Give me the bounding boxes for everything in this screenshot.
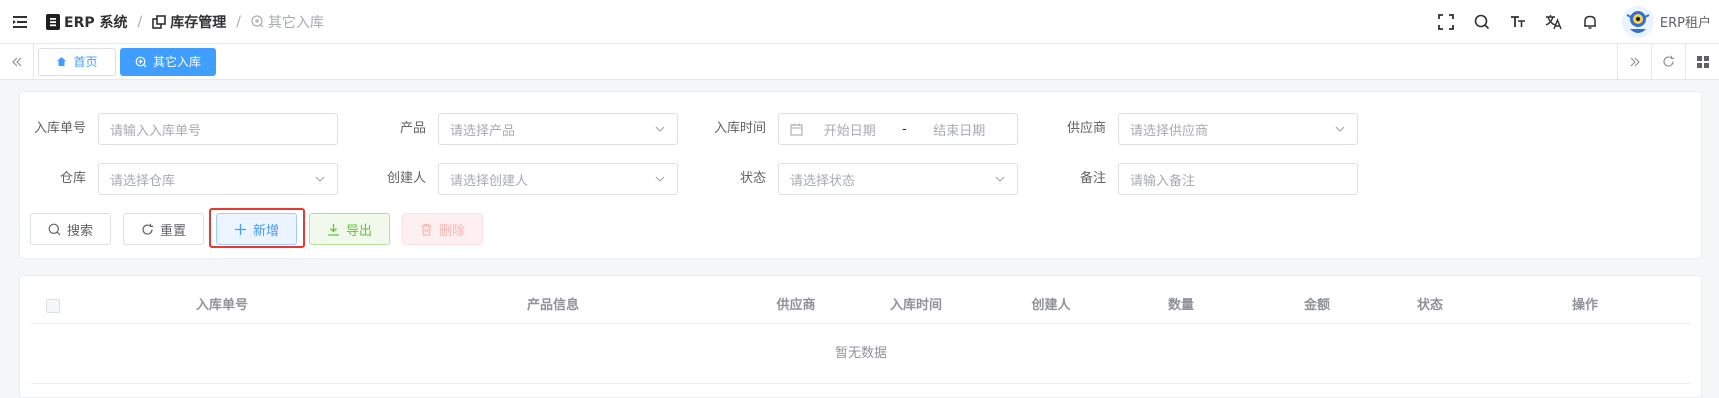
- status-placeholder: 请选择状态: [790, 173, 856, 189]
- product-select[interactable]: 请选择产品: [438, 113, 678, 145]
- product-placeholder: 请选择产品: [450, 123, 516, 139]
- header-toolbar: ERP租户: [1428, 0, 1719, 44]
- menu-toggle-icon[interactable]: [2, 0, 38, 44]
- trash-icon: [420, 223, 433, 236]
- field-label-product: 产品: [399, 121, 426, 136]
- column-header-actions: 操作: [1571, 298, 1598, 313]
- column-header-creator: 创建人: [1031, 298, 1071, 313]
- plus-icon: [234, 223, 247, 236]
- column-header-amount: 金额: [1303, 298, 1330, 313]
- chevron-down-icon: [1334, 123, 1346, 135]
- user-menu[interactable]: ERP租户: [1621, 5, 1711, 38]
- field-label-status: 状态: [739, 171, 766, 186]
- status-select[interactable]: 请选择状态: [778, 163, 1018, 195]
- field-label-remark: 备注: [1079, 171, 1106, 186]
- chevron-down-icon: [654, 173, 666, 185]
- delete-button-label: 删除: [438, 223, 465, 239]
- start-date-placeholder: 开始日期: [823, 123, 876, 139]
- add-button[interactable]: 新增: [216, 213, 297, 245]
- breadcrumb-module-label: 库存管理: [170, 14, 227, 31]
- field-label-supplier: 供应商: [1066, 121, 1106, 136]
- column-header-inbound-no: 入库单号: [195, 298, 248, 313]
- chevron-down-icon: [654, 123, 666, 135]
- inbound-no-input[interactable]: 请输入入库单号: [98, 113, 338, 145]
- tags-actions: [1617, 43, 1719, 80]
- reset-button-label: 重置: [159, 223, 186, 239]
- remark-input[interactable]: 请输入备注: [1118, 163, 1358, 195]
- breadcrumb: ERP 系统 / 库存管理 / 其它入库: [46, 12, 324, 32]
- search-button-label: 搜索: [66, 223, 93, 239]
- export-button-label: 导出: [345, 223, 372, 239]
- data-table: 入库单号 产品信息 供应商 入库时间 创建人 数量 金额 状态 操作 暂无数据: [19, 275, 1702, 398]
- breadcrumb-page: 其它入库: [251, 12, 324, 32]
- breadcrumb-system[interactable]: ERP 系统: [46, 12, 127, 32]
- erp-logo-icon: [46, 13, 60, 30]
- column-header-product: 产品信息: [526, 298, 579, 313]
- translate-icon[interactable]: [1536, 0, 1572, 44]
- chevron-down-icon: [994, 173, 1006, 185]
- supplier-select[interactable]: 请选择供应商: [1118, 113, 1358, 145]
- scroll-right-icon[interactable]: [1617, 43, 1651, 80]
- tab-home-label: 首页: [73, 55, 98, 69]
- user-name: ERP租户: [1659, 16, 1711, 31]
- export-button[interactable]: 导出: [309, 213, 390, 245]
- reset-button[interactable]: 重置: [123, 213, 204, 245]
- range-separator: -: [902, 121, 907, 137]
- tab-other-inbound[interactable]: 其它入库: [120, 47, 217, 76]
- scroll-left-icon[interactable]: [0, 43, 34, 80]
- search-icon[interactable]: [1464, 0, 1500, 44]
- field-label-inbound-no: 入库单号: [33, 121, 86, 136]
- zoom-in-icon: [135, 56, 147, 68]
- field-label-creator: 创建人: [386, 171, 426, 186]
- table-header: 入库单号 产品信息 供应商 入库时间 创建人 数量 金额 状态 操作: [31, 288, 1691, 324]
- add-button-label: 新增: [252, 223, 279, 239]
- zoom-in-icon: [251, 15, 264, 28]
- warehouse-select[interactable]: 请选择仓库: [98, 163, 338, 195]
- creator-placeholder: 请选择创建人: [450, 173, 529, 189]
- tab-home[interactable]: 首页: [38, 47, 116, 76]
- column-header-supplier: 供应商: [776, 298, 816, 313]
- refresh-icon[interactable]: [1651, 43, 1685, 80]
- end-date-placeholder: 结束日期: [933, 123, 986, 139]
- empty-state-text: 暂无数据: [31, 324, 1691, 384]
- breadcrumb-separator: /: [137, 13, 143, 30]
- select-all-checkbox[interactable]: [46, 299, 60, 313]
- column-header-quantity: 数量: [1167, 298, 1194, 313]
- calendar-icon: [790, 123, 803, 136]
- supplier-placeholder: 请选择供应商: [1130, 123, 1209, 139]
- fullscreen-icon[interactable]: [1428, 0, 1464, 44]
- remark-placeholder: 请输入备注: [1130, 173, 1196, 189]
- tags-view-bar: 首页 其它入库: [0, 43, 1719, 80]
- top-header: ERP 系统 / 库存管理 / 其它入库 ERP租户: [0, 0, 1719, 44]
- font-size-icon[interactable]: [1500, 0, 1536, 44]
- avatar: [1621, 5, 1654, 38]
- refresh-icon: [141, 223, 154, 236]
- notification-bell-icon[interactable]: [1572, 0, 1608, 44]
- delete-button[interactable]: 删除: [402, 213, 483, 245]
- column-header-status: 状态: [1416, 298, 1443, 313]
- creator-select[interactable]: 请选择创建人: [438, 163, 678, 195]
- breadcrumb-separator: /: [236, 13, 241, 30]
- grid-menu-icon[interactable]: [1685, 43, 1719, 80]
- column-header-inbound-time: 入库时间: [889, 298, 942, 313]
- chevron-down-icon: [314, 173, 326, 185]
- tab-active-label: 其它入库: [153, 55, 202, 69]
- warehouse-placeholder: 请选择仓库: [110, 173, 176, 189]
- search-icon: [48, 223, 61, 236]
- breadcrumb-system-label: ERP 系统: [64, 14, 128, 31]
- search-button[interactable]: 搜索: [30, 213, 111, 245]
- inbound-time-range[interactable]: 开始日期 - 结束日期: [778, 113, 1018, 145]
- breadcrumb-module[interactable]: 库存管理: [152, 12, 226, 32]
- home-icon: [56, 56, 67, 67]
- download-icon: [327, 223, 340, 236]
- field-label-warehouse: 仓库: [59, 171, 86, 186]
- inventory-icon: [152, 14, 167, 29]
- breadcrumb-page-label: 其它入库: [267, 14, 324, 31]
- inbound-no-placeholder: 请输入入库单号: [110, 123, 202, 139]
- field-label-inbound-time: 入库时间: [713, 121, 766, 136]
